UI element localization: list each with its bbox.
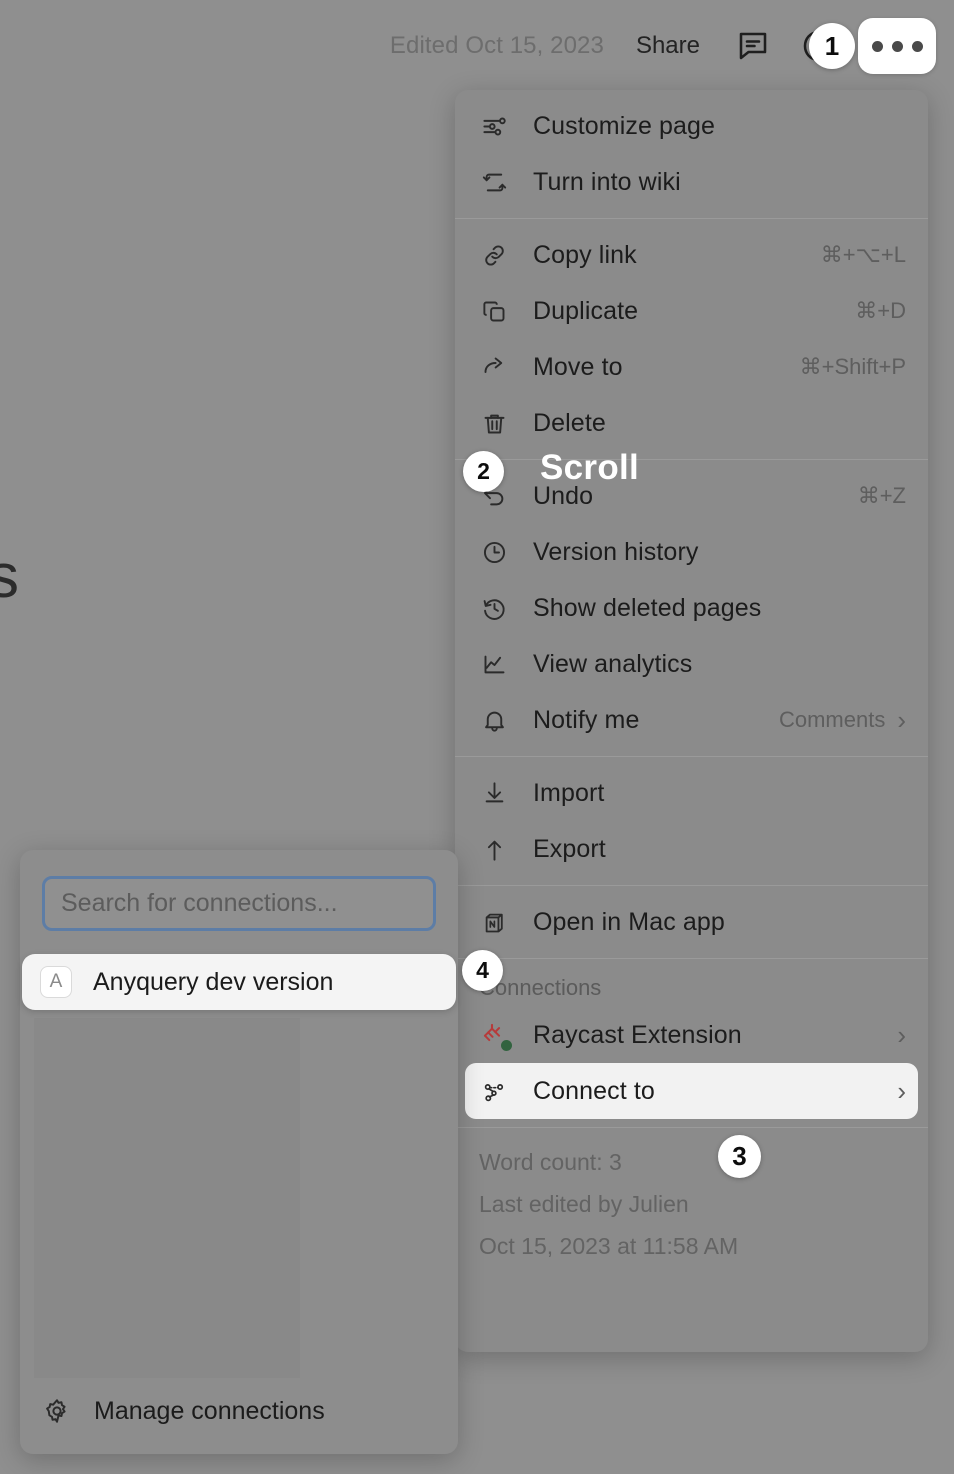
ellipsis-dot [891,40,903,52]
menu-group-connections: Connections Raycast Extension › Connect … [455,959,928,1127]
menu-group-history: Undo ⌘+Z Version history Show deleted pa… [455,460,928,756]
menu-item-shortcut: ⌘+D [855,298,906,323]
menu-item-value: Comments › [779,707,906,733]
menu-item-move-to[interactable]: Move to ⌘+Shift+P [455,339,928,395]
menu-item-label: Move to [533,352,623,381]
menu-item-version-history[interactable]: Version history [455,524,928,580]
annotation-badge-1: 1 [809,23,855,69]
duplicate-icon [479,296,509,326]
menu-item-label: Import [533,778,605,807]
connections-section-label: Connections [479,975,602,1000]
trash-icon [479,408,509,438]
menu-item-shortcut: ⌘+⌥+L [820,242,906,267]
export-icon [479,834,509,864]
menu-item-label: Connect to [533,1076,655,1105]
menu-item-connect-to[interactable]: Connect to › [465,1063,918,1119]
menu-item-notify-me[interactable]: Notify me Comments › [455,692,928,748]
menu-item-label: Raycast Extension [533,1020,742,1049]
notion-app-icon [479,907,509,937]
chevron-right-icon: › [897,1020,906,1050]
ellipsis-dot [871,40,883,52]
menu-item-label: View analytics [533,649,693,678]
menu-item-chevron: › [897,1078,906,1104]
menu-item-show-deleted-pages[interactable]: Show deleted pages [455,580,928,636]
connection-result-item[interactable]: A Anyquery dev version [22,954,456,1010]
menu-item-label: Delete [533,408,606,437]
notify-scope-value: Comments [778,707,886,732]
menu-item-chevron: › [897,1022,906,1048]
last-edited-by-text: Last edited by Julien [479,1190,689,1217]
search-connections-input[interactable] [42,876,436,931]
sliders-icon [479,111,509,141]
menu-group-app: Open in Mac app [455,886,928,958]
ellipsis-dot [911,40,923,52]
menu-item-label: Copy link [533,240,637,269]
page-text-fragment: s [0,542,19,611]
annotation-badge-2: 2 [463,451,504,492]
menu-item-label: Show deleted pages [533,593,762,622]
turn-into-wiki-icon [479,167,509,197]
menu-item-delete[interactable]: Delete [455,395,928,451]
annotation-badge-3: 3 [718,1135,761,1178]
gear-icon [42,1396,72,1426]
menu-item-label: Export [533,834,606,863]
chevron-right-icon: › [897,1076,906,1106]
status-dot [501,1040,512,1051]
manage-connections-label: Manage connections [94,1396,325,1425]
menu-item-label: Customize page [533,111,716,140]
clock-icon [479,537,509,567]
menu-item-shortcut: ⌘+Shift+P [799,354,906,379]
menu-item-label: Version history [533,537,699,566]
chevron-right-icon: › [897,705,906,735]
menu-group-transfer: Import Export [455,757,928,885]
menu-item-view-analytics[interactable]: View analytics [455,636,928,692]
raycast-icon [479,1020,512,1051]
connections-popup: A Anyquery dev version Manage connection… [20,850,458,1454]
menu-item-undo[interactable]: Undo ⌘+Z [455,468,928,524]
restore-icon [479,593,509,623]
menu-item-duplicate[interactable]: Duplicate ⌘+D [455,283,928,339]
menu-item-raycast-extension[interactable]: Raycast Extension › [455,1007,928,1063]
import-icon [479,778,509,808]
search-field-wrapper [20,850,458,931]
page-options-menu: Customize page Turn into wiki Copy link … [455,90,928,1352]
move-to-icon [479,352,509,382]
connect-to-icon [479,1076,509,1106]
share-button[interactable]: Share [636,32,700,60]
menu-item-open-in-mac-app[interactable]: Open in Mac app [455,894,928,950]
menu-group-actions: Copy link ⌘+⌥+L Duplicate ⌘+D Move to ⌘+… [455,219,928,459]
menu-item-label: Notify me [533,705,640,734]
menu-group-page: Customize page Turn into wiki [455,90,928,218]
more-options-button[interactable] [858,18,936,74]
connection-result-label: Anyquery dev version [93,967,334,996]
connection-avatar-badge: A [40,966,72,998]
menu-item-label: Duplicate [533,296,639,325]
annotation-badge-4: 4 [462,950,503,991]
last-edited-at-text: Oct 15, 2023 at 11:58 AM [479,1232,739,1259]
menu-item-import[interactable]: Import [455,765,928,821]
page-metadata: Word count: 3 Last edited by Julien Oct … [455,1128,928,1286]
menu-item-export[interactable]: Export [455,821,928,877]
popup-content-placeholder [34,1018,300,1378]
menu-item-turn-into-wiki[interactable]: Turn into wiki [455,154,928,210]
link-icon [479,240,509,270]
menu-item-label: Turn into wiki [533,167,681,196]
comment-icon[interactable] [730,23,776,69]
annotation-scroll-label: Scroll [540,448,640,487]
word-count-text: Word count: 3 [479,1149,622,1175]
menu-item-shortcut: ⌘+Z [857,483,906,508]
menu-item-copy-link[interactable]: Copy link ⌘+⌥+L [455,227,928,283]
analytics-icon [479,649,509,679]
manage-connections-button[interactable]: Manage connections [20,1368,458,1454]
menu-item-label: Open in Mac app [533,907,725,936]
menu-item-customize-page[interactable]: Customize page [455,98,928,154]
edited-timestamp: Edited Oct 15, 2023 [389,32,604,59]
bell-icon [479,705,509,735]
